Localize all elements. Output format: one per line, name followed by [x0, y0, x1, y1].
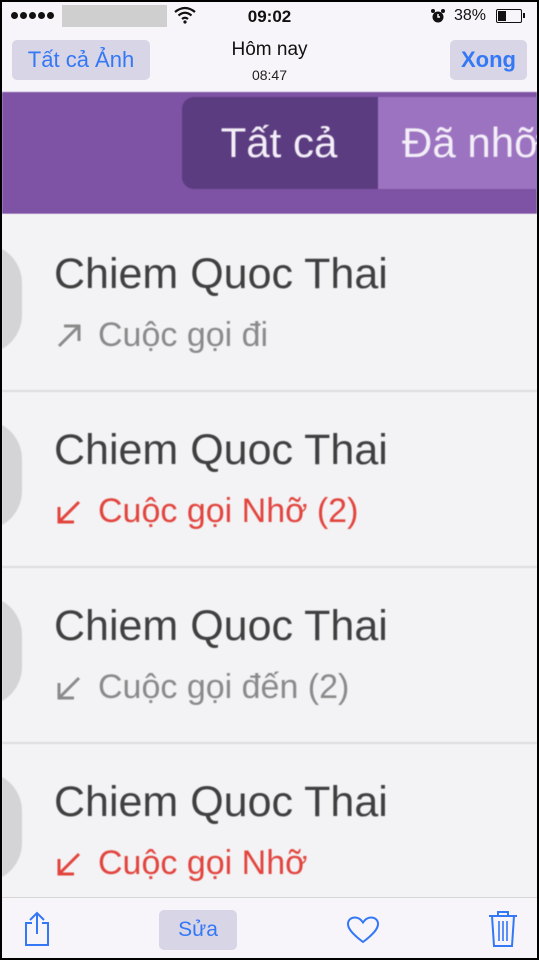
- trash-icon[interactable]: [488, 910, 518, 948]
- app-header: Tất cả Đã nhỡ: [2, 92, 537, 214]
- navigation-bar: Tất cả Ảnh Hôm nay 08:47 Xong: [2, 30, 537, 92]
- call-detail: Cuộc gọi đi: [54, 316, 268, 355]
- bottom-toolbar: Sửa: [2, 897, 537, 958]
- outgoing-call-arrow-icon: [57, 324, 81, 347]
- phone-screen: 09:02 38% Tất cả Ảnh Hôm nay 08:47 Xong …: [2, 2, 537, 958]
- call-type-label: Cuộc gọi Nhỡ (2): [98, 492, 359, 530]
- call-row[interactable]: Chiem Quoc Thai Cuộc gọi đến (2): [2, 566, 537, 744]
- caller-name: Chiem Quoc Thai: [54, 250, 388, 298]
- call-row[interactable]: Chiem Quoc Thai Cuộc gọi Nhỡ: [2, 742, 537, 897]
- call-type-label: Cuộc gọi đi: [98, 316, 269, 354]
- alarm-clock-icon: [431, 9, 445, 23]
- avatar: [2, 596, 22, 706]
- caller-name: Chiem Quoc Thai: [54, 602, 388, 650]
- share-icon[interactable]: [22, 911, 52, 947]
- avatar: [2, 772, 22, 882]
- edit-button[interactable]: Sửa: [159, 910, 237, 950]
- caller-name: Chiem Quoc Thai: [54, 426, 388, 474]
- avatar: [2, 420, 22, 530]
- done-button[interactable]: Xong: [450, 40, 527, 80]
- segment-missed[interactable]: Đã nhỡ: [378, 97, 537, 189]
- segment-all[interactable]: Tất cả: [182, 97, 376, 189]
- call-type-label: Cuộc gọi Nhỡ: [98, 844, 308, 882]
- avatar: [2, 244, 22, 354]
- call-row[interactable]: Chiem Quoc Thai Cuộc gọi Nhỡ (2): [2, 390, 537, 568]
- battery-icon: [496, 9, 525, 23]
- caller-name: Chiem Quoc Thai: [54, 778, 388, 826]
- call-filter-segmented-control: Tất cả Đã nhỡ: [182, 97, 537, 189]
- call-detail: Cuộc gọi Nhỡ: [54, 844, 307, 883]
- call-row[interactable]: Chiem Quoc Thai Cuộc gọi đi: [2, 214, 537, 392]
- battery-percentage: 38%: [454, 7, 487, 24]
- missed-call-arrow-icon: [57, 500, 81, 523]
- missed-call-arrow-icon: [57, 852, 81, 875]
- call-type-label: Cuộc gọi đến (2): [98, 668, 350, 706]
- incoming-call-arrow-icon: [57, 676, 81, 699]
- heart-icon[interactable]: [346, 916, 380, 944]
- call-history-list: Chiem Quoc Thai Cuộc gọi đi Chiem Quoc T…: [2, 214, 537, 897]
- call-detail: Cuộc gọi Nhỡ (2): [54, 492, 358, 531]
- status-bar: 09:02 38%: [2, 2, 537, 30]
- call-detail: Cuộc gọi đến (2): [54, 668, 349, 707]
